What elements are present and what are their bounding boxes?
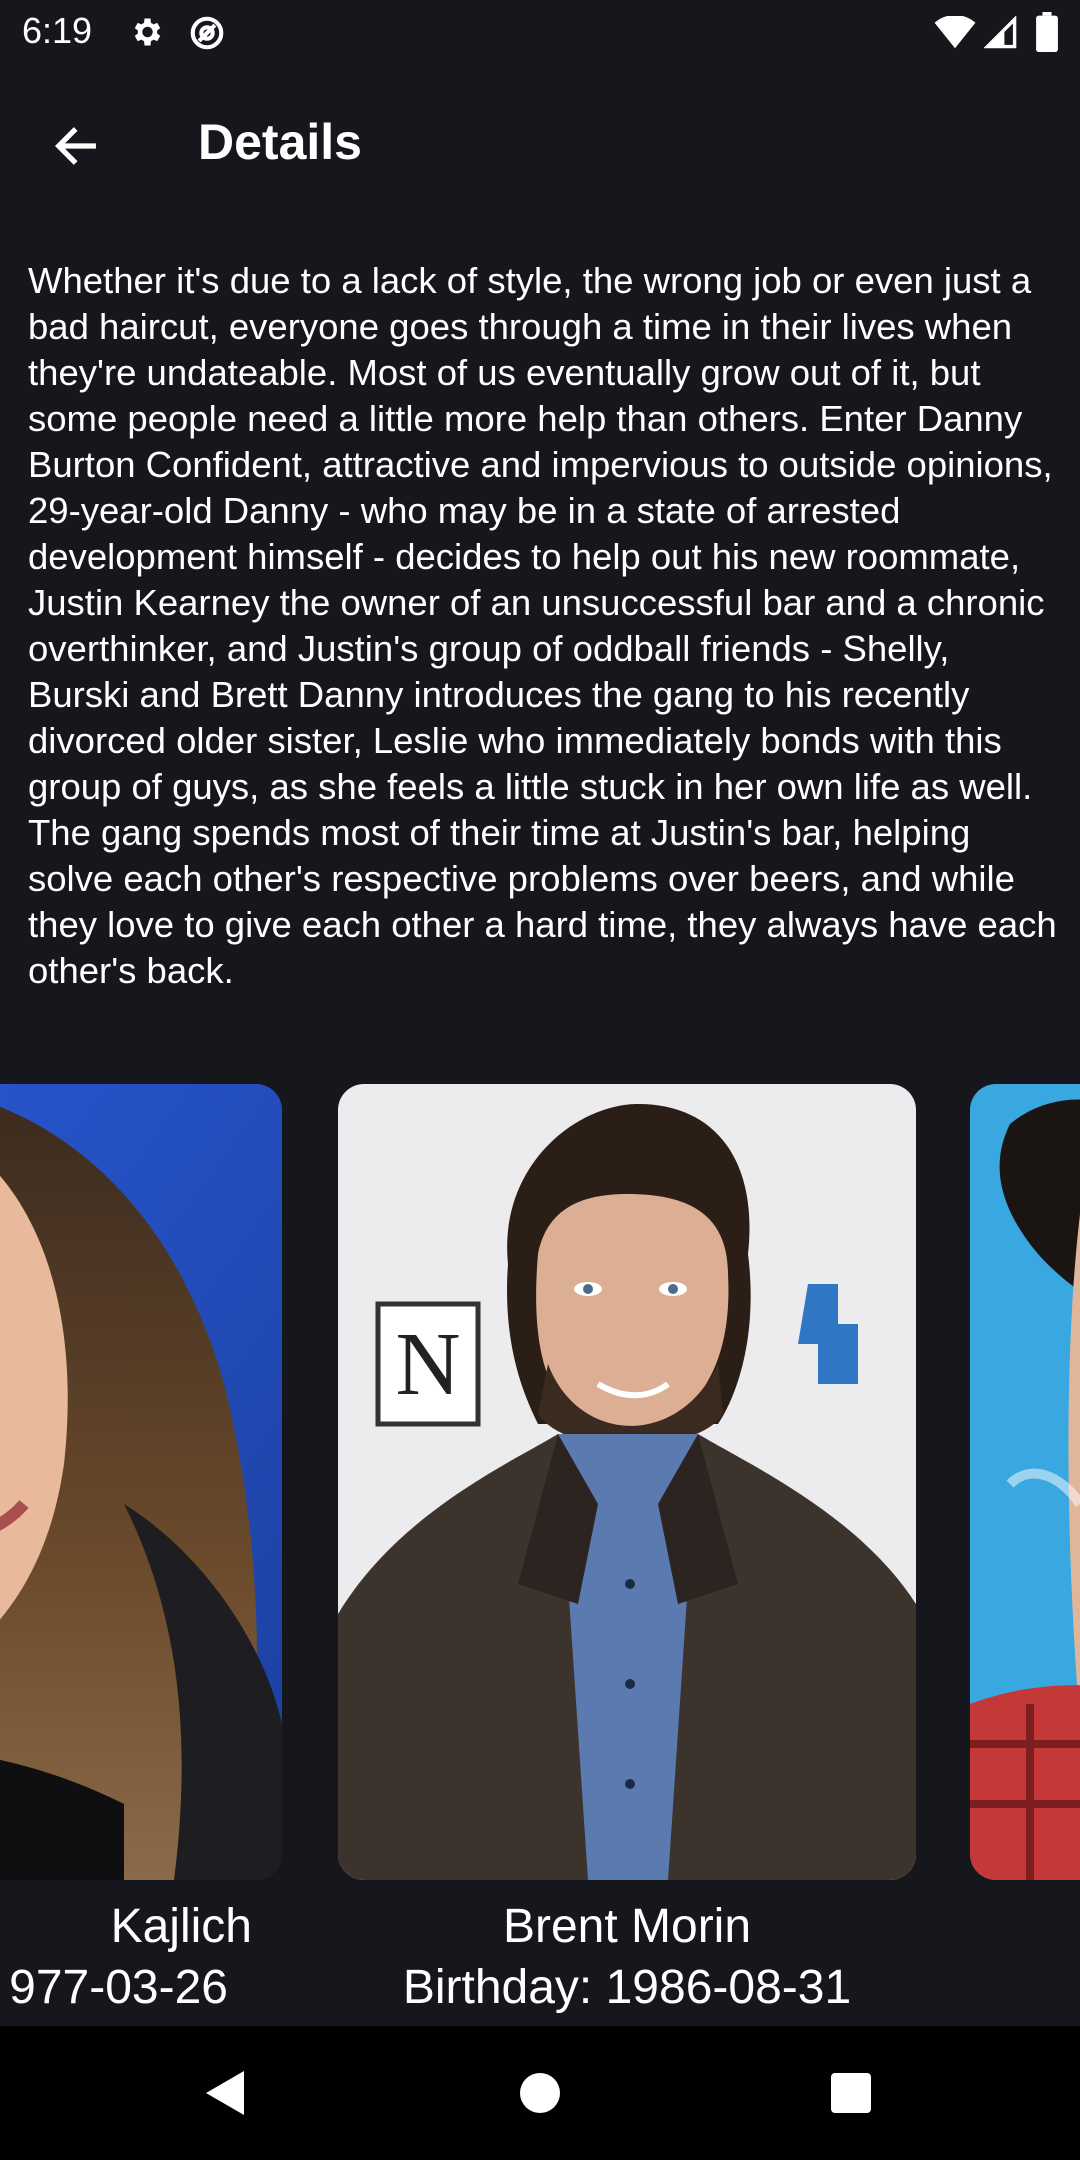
cast-card[interactable]: Kajlich 977-03-26 — [0, 1084, 282, 2020]
cast-card[interactable] — [970, 1084, 1080, 1898]
signal-icon — [983, 15, 1018, 55]
arrow-left-icon — [54, 127, 96, 165]
cast-photo: N — [338, 1084, 916, 1880]
cast-photo — [0, 1084, 282, 1880]
cast-carousel[interactable]: Kajlich 977-03-26 N Brent Morin Birthday… — [0, 1084, 1080, 2026]
circle-home-icon — [520, 2073, 560, 2113]
back-button[interactable] — [40, 110, 112, 182]
app-bar: Details — [0, 66, 1080, 224]
cast-birthday: 977-03-26 — [9, 1961, 228, 2014]
status-time: 6:19 — [22, 10, 93, 51]
page-title: Details — [198, 114, 362, 170]
svg-text:N: N — [396, 1315, 461, 1414]
cast-photo — [970, 1084, 1080, 1880]
nav-home-button[interactable] — [480, 2026, 600, 2160]
cast-card[interactable]: N Brent Morin Birthday: 1986-08-31 — [338, 1084, 916, 2020]
wifi-icon — [934, 15, 976, 55]
triangle-back-icon — [206, 2071, 244, 2115]
status-bar: 6:19 — [0, 0, 1080, 66]
cast-name: Kajlich — [110, 1900, 252, 1953]
cast-name: Brent Morin — [502, 1900, 752, 1953]
cast-birthday: Birthday: 1986-08-31 — [402, 1961, 852, 2014]
at-sign-icon — [188, 14, 226, 57]
nav-back-button[interactable] — [166, 2026, 286, 2160]
battery-icon — [1036, 12, 1058, 57]
square-recents-icon — [831, 2073, 871, 2113]
nav-recents-button[interactable] — [791, 2026, 911, 2160]
system-nav-bar — [0, 2026, 1080, 2160]
settings-icon — [128, 14, 164, 55]
show-description: Whether it's due to a lack of style, the… — [28, 260, 1057, 991]
